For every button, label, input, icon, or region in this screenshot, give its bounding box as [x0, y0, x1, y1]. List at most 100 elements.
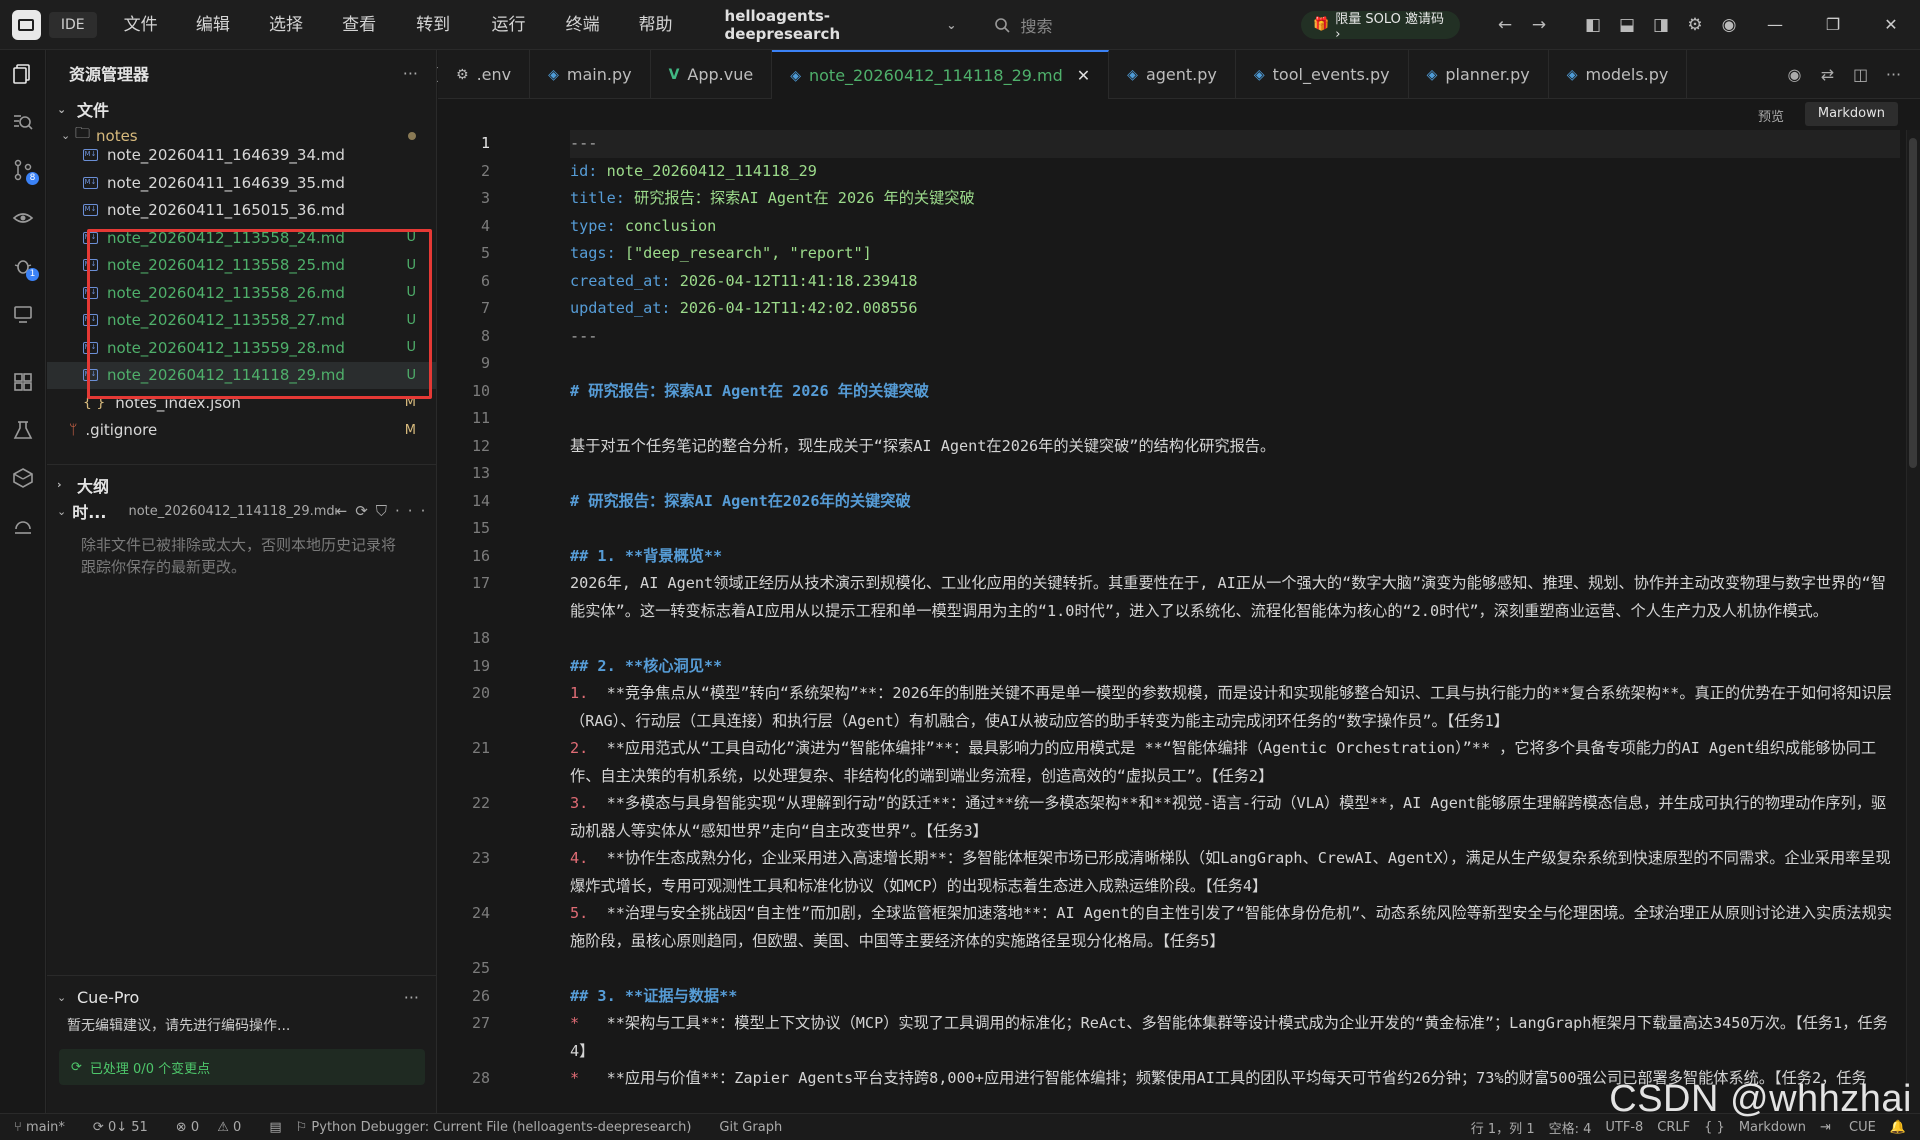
- file-item-selected[interactable]: M↓ note_20260412_114118_29.md U: [47, 361, 436, 389]
- notifications-bell-icon[interactable]: 🔔: [1890, 1120, 1906, 1135]
- git-graph-button[interactable]: Git Graph: [719, 1120, 782, 1135]
- code-line[interactable]: 16 ## 1. **背景概览**: [438, 543, 1920, 571]
- file-item[interactable]: { } notes_index.json M: [47, 389, 436, 417]
- package-box-icon[interactable]: [0, 454, 46, 502]
- timeline-section-header[interactable]: ⌄ 时... note_20260412_114118_29.md ⇤⟳⛉···: [47, 498, 436, 524]
- file-item[interactable]: ᛘ .gitignore M: [47, 417, 436, 445]
- ide-badge[interactable]: IDE: [48, 11, 97, 38]
- file-item[interactable]: M↓ note_20260412_113558_27.md U: [47, 307, 436, 335]
- menu-terminal[interactable]: 终端(T): [557, 0, 630, 85]
- close-tab-icon[interactable]: ✕: [1077, 66, 1090, 85]
- file-item[interactable]: M↓ note_20260412_113559_28.md U: [47, 334, 436, 362]
- scrollbar-thumb[interactable]: [1909, 138, 1917, 468]
- menu-go[interactable]: 转到(G): [407, 0, 482, 85]
- file-item[interactable]: M↓ note_20260411_164639_35.md: [47, 169, 436, 197]
- debugger-indicator[interactable]: ⚐ Python Debugger: Current File (helloag…: [296, 1120, 706, 1135]
- file-item[interactable]: M↓ note_20260412_113558_26.md U: [47, 279, 436, 307]
- menu-file[interactable]: 文件(F): [115, 0, 187, 85]
- back-arrow-icon[interactable]: ←: [1488, 15, 1522, 35]
- code-line[interactable]: 12 基于对五个任务笔记的整合分析，现生成关于“探索AI Agent在2026年的…: [438, 433, 1920, 461]
- explorer-icon[interactable]: [0, 50, 46, 98]
- file-item[interactable]: M↓ note_20260411_164639_34.md: [47, 142, 436, 170]
- code-editor[interactable]: 1 --- 2 id: note_20260412_114118_29 3 title: …: [438, 130, 1920, 1113]
- code-line[interactable]: 9: [438, 350, 1920, 378]
- code-line[interactable]: 17 2026年, AI Agent领域正经历从技术演示到规模化、工业化应用的关键…: [438, 570, 1920, 625]
- code-line[interactable]: 8 ---: [438, 323, 1920, 351]
- code-line[interactable]: 22 3. **多模态与具身智能实现“从理解到行动”的跃迁**：通过**统一多模态…: [438, 790, 1920, 845]
- file-item[interactable]: M↓ note_20260411_165015_36.md: [47, 197, 436, 225]
- code-line[interactable]: 2 id: note_20260412_114118_29: [438, 158, 1920, 186]
- code-line[interactable]: 11: [438, 405, 1920, 433]
- tab-tool-events-py[interactable]: ◈ tool_events.py: [1236, 50, 1409, 99]
- debug-icon[interactable]: 1: [0, 242, 46, 290]
- end-of-line[interactable]: CRLF: [1657, 1120, 1690, 1135]
- toggle-secondary-sidebar-icon[interactable]: ◨: [1644, 15, 1678, 35]
- sync-indicator[interactable]: ⟳ 0↓ 51: [93, 1120, 162, 1135]
- timeline-actions[interactable]: ⇤⟳⛉···: [335, 502, 434, 520]
- more-actions-icon[interactable]: ···: [404, 988, 419, 1007]
- problems-indicator[interactable]: ⊗ 0 ⚠ 0: [176, 1120, 256, 1135]
- menu-run[interactable]: 运行(R): [483, 0, 557, 85]
- menu-selection[interactable]: 选择(S): [260, 0, 333, 85]
- ports-icon[interactable]: ▤: [269, 1120, 281, 1135]
- outline-section-header[interactable]: › 大纲: [47, 464, 436, 498]
- code-line[interactable]: 7 updated_at: 2026-04-12T11:42:02.008556: [438, 295, 1920, 323]
- source-control-icon[interactable]: 8: [0, 146, 46, 194]
- language-mode[interactable]: Markdown: [1739, 1120, 1806, 1135]
- tab-main-py[interactable]: ◈ main.py: [530, 50, 651, 99]
- solo-invite-button[interactable]: 🎁 限量 SOLO 邀请码 ›: [1301, 10, 1460, 42]
- files-section-header[interactable]: ⌄ 文件: [47, 96, 436, 122]
- remote-explorer-icon[interactable]: [0, 290, 46, 338]
- branch-indicator[interactable]: ⑂ main*: [14, 1120, 79, 1135]
- preview-eye-icon[interactable]: ◉: [1778, 65, 1811, 84]
- code-line[interactable]: 14 # 研究报告：探索AI Agent在2026年的关键突破: [438, 488, 1920, 516]
- menu-help[interactable]: 帮助(H): [629, 0, 704, 85]
- code-line[interactable]: 19 ## 2. **核心洞见**: [438, 653, 1920, 681]
- code-line[interactable]: 3 title: 研究报告：探索AI Agent在 2026 年的关键突破: [438, 185, 1920, 213]
- forward-arrow-icon[interactable]: →: [1522, 15, 1556, 35]
- markdown-toggle[interactable]: Markdown: [1804, 102, 1898, 126]
- project-switcher[interactable]: helloagents-deepresearch ⌄: [725, 7, 957, 43]
- tab-note-md[interactable]: ◈ note_20260412_114118_29.md ✕: [772, 50, 1110, 99]
- timeline-arrow-icon[interactable]: [0, 502, 46, 550]
- restore-icon[interactable]: ❐: [1804, 15, 1862, 34]
- preview-toggle[interactable]: 预览: [1758, 106, 1784, 125]
- braces-indicator[interactable]: { }: [1704, 1120, 1725, 1135]
- tab-app-vue[interactable]: V App.vue: [651, 50, 773, 99]
- settings-gear-icon[interactable]: ⚙: [1678, 15, 1712, 35]
- vertical-scrollbar[interactable]: [1906, 130, 1920, 1113]
- search-box[interactable]: 搜索: [994, 13, 1283, 37]
- code-line[interactable]: 21 2. **应用范式从“工具自动化”演进为“智能体编排”**：最具影响力的应用…: [438, 735, 1920, 790]
- tab-models-py[interactable]: ◈ models.py: [1549, 50, 1688, 99]
- code-line[interactable]: 26 ## 3. **证据与数据**: [438, 983, 1920, 1011]
- code-line[interactable]: 20 1. **竞争焦点从“模型”转向“系统架构”**：2026年的制胜关键不再是…: [438, 680, 1920, 735]
- encoding[interactable]: UTF-8: [1605, 1120, 1643, 1135]
- file-item[interactable]: M↓ note_20260412_113558_25.md U: [47, 252, 436, 280]
- toggle-panel-icon[interactable]: ⬓: [1610, 15, 1644, 35]
- tab-agent-py[interactable]: ◈ agent.py: [1109, 50, 1236, 99]
- menu-view[interactable]: 查看(V): [333, 0, 407, 85]
- tab-env[interactable]: ⚙ .env: [438, 50, 531, 99]
- file-item[interactable]: M↓ note_20260412_113558_24.md U: [47, 224, 436, 252]
- minimize-icon[interactable]: —: [1746, 15, 1804, 34]
- code-line[interactable]: 27 * **架构与工具**：模型上下文协议（MCP）实现了工具调用的标准化；Re…: [438, 1010, 1920, 1065]
- code-line[interactable]: 6 created_at: 2026-04-12T11:41:18.239418: [438, 268, 1920, 296]
- compare-changes-icon[interactable]: ⇄: [1811, 65, 1844, 84]
- code-line[interactable]: 18: [438, 625, 1920, 653]
- extensions-icon[interactable]: [0, 358, 46, 406]
- more-actions-icon[interactable]: ···: [403, 64, 418, 83]
- eye-icon[interactable]: [0, 194, 46, 242]
- code-line[interactable]: 23 4. **协作生态成熟分化，企业采用进入高速增长期**：多智能体框架市场已形…: [438, 845, 1920, 900]
- account-icon[interactable]: ◉: [1712, 15, 1746, 35]
- menu-edit[interactable]: 编辑(E): [187, 0, 260, 85]
- code-line[interactable]: 13: [438, 460, 1920, 488]
- code-line[interactable]: 4 type: conclusion: [438, 213, 1920, 241]
- more-actions-icon[interactable]: ···: [1877, 65, 1910, 84]
- search-panel-icon[interactable]: [0, 98, 46, 146]
- indentation[interactable]: 空格: 4: [1549, 1118, 1592, 1137]
- cursor-position[interactable]: 行 1，列 1: [1471, 1118, 1535, 1137]
- code-line[interactable]: 5 tags: ["deep_research", "report"]: [438, 240, 1920, 268]
- code-line[interactable]: 24 5. **治理与安全挑战因“自主性”而加剧，全球监管框架加速落地**：AI …: [438, 900, 1920, 955]
- cue-indicator[interactable]: ⇥ CUE: [1820, 1120, 1876, 1135]
- code-line[interactable]: 25: [438, 955, 1920, 983]
